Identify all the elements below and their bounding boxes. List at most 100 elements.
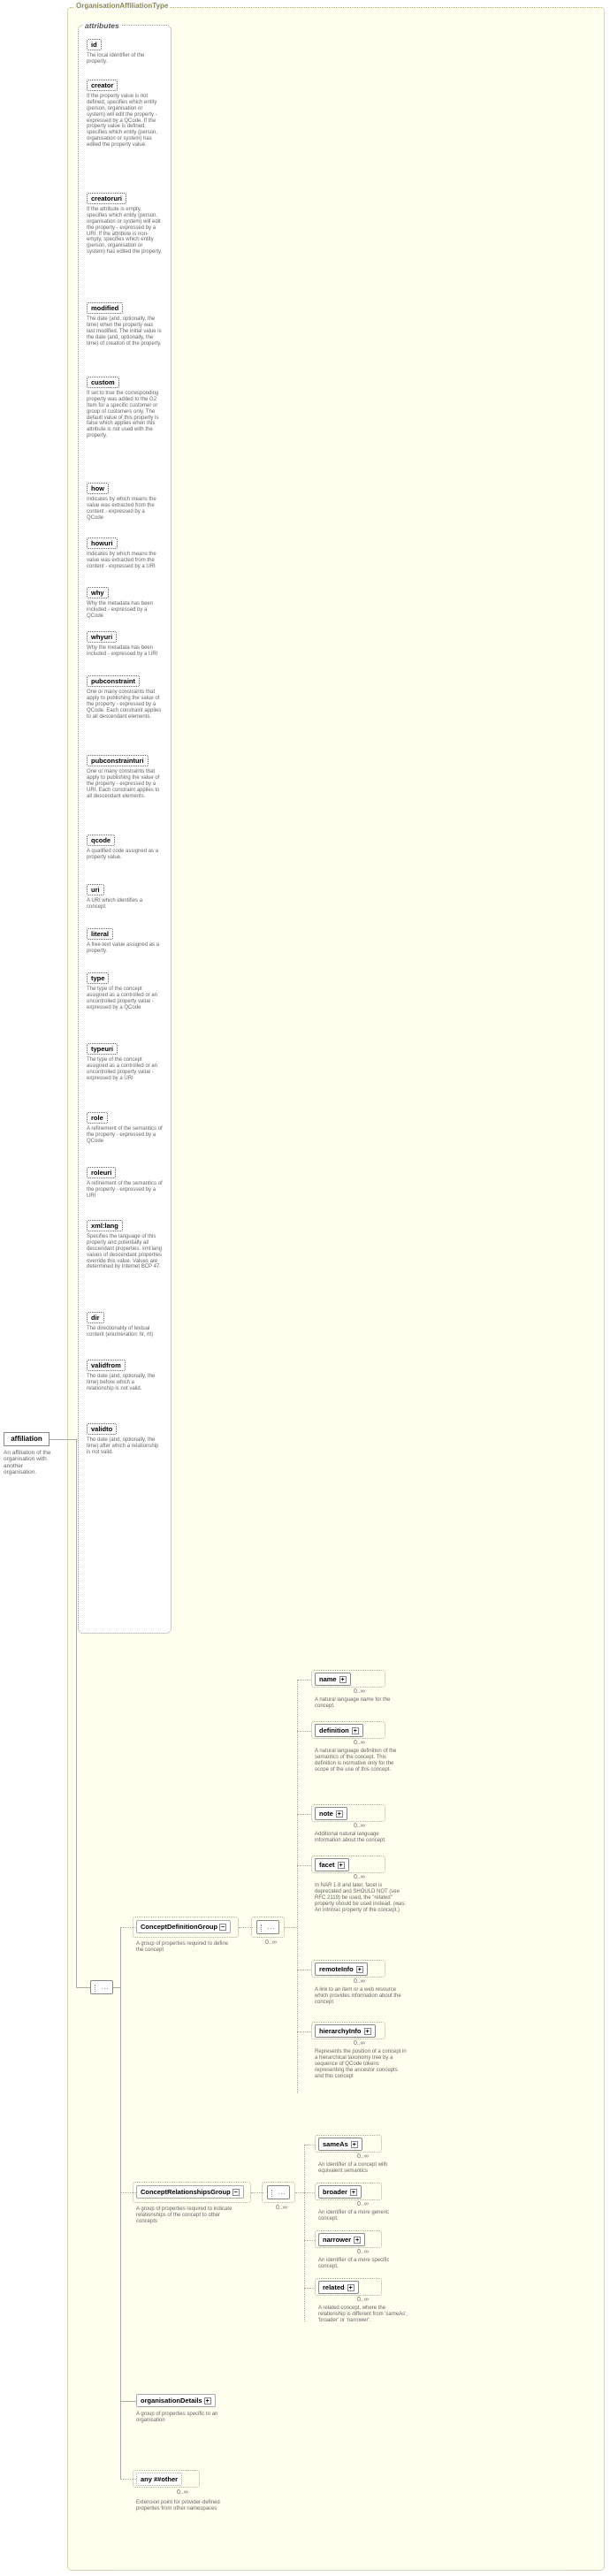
expand-icon[interactable]: + — [351, 2141, 358, 2148]
element-facet[interactable]: facet+ — [315, 1858, 349, 1871]
expand-icon[interactable]: + — [204, 2397, 211, 2405]
connector — [304, 2192, 315, 2193]
attr-uri: uriA URI which identifies a concept. — [87, 884, 164, 911]
occur: 0..∞ — [354, 1823, 365, 1829]
attr-desc: A refinement of the semantics of the pro… — [87, 1126, 163, 1145]
attr-name[interactable]: howuri — [87, 537, 118, 549]
connector — [304, 2288, 315, 2289]
od-desc: A group of properties specific to an org… — [136, 2412, 233, 2424]
cdg-label: ConceptDefinitionGroup — [141, 1923, 217, 1931]
concept-definition-group[interactable]: ConceptDefinitionGroup− — [136, 1920, 231, 1933]
attr-name[interactable]: type — [87, 972, 109, 984]
leaf-desc: A related concept, where the relationshi… — [318, 2305, 410, 2324]
attr-name[interactable]: typeuri — [87, 1043, 118, 1055]
leaf-desc: In NAR 1.8 and later, facet is deprecate… — [315, 1883, 407, 1913]
concept-relationships-group[interactable]: ConceptRelationshipsGroup− — [136, 2185, 244, 2199]
element-sameAs[interactable]: sameAs+ — [318, 2138, 362, 2151]
element-related[interactable]: related+ — [318, 2281, 359, 2294]
attr-desc: Specifies the language of this property … — [87, 1234, 163, 1270]
occur: 0..∞ — [357, 2201, 369, 2207]
collapse-icon[interactable]: − — [233, 2189, 240, 2196]
attr-typeuri: typeuriThe type of the concept assigned … — [87, 1043, 164, 1082]
attr-name[interactable]: why — [87, 587, 109, 598]
leaf-label: facet — [319, 1861, 335, 1869]
element-broader[interactable]: broader+ — [318, 2185, 362, 2199]
collapse-icon[interactable]: − — [219, 1924, 226, 1931]
leaf-label: name — [319, 1675, 337, 1683]
sequence-connector-main — [90, 1980, 113, 1994]
connector — [113, 1987, 120, 1988]
attr-name[interactable]: dir — [87, 1312, 104, 1323]
attr-type: typeThe type of the concept assigned as … — [87, 972, 164, 1011]
attr-desc: A free-text value assigned as a property… — [87, 942, 163, 955]
attr-name[interactable]: modified — [87, 302, 123, 314]
attr-name[interactable]: id — [87, 39, 102, 50]
attr-name[interactable]: uri — [87, 884, 104, 896]
element-remoteInfo[interactable]: remoteInfo+ — [315, 1962, 368, 1976]
occur: 0..∞ — [354, 2040, 365, 2046]
any-label: any ##other — [141, 2475, 178, 2483]
attr-desc: The local identifier of the property. — [87, 53, 163, 65]
attr-name[interactable]: validto — [87, 1423, 117, 1435]
attr-name[interactable]: how — [87, 483, 109, 494]
organisation-details[interactable]: organisationDetails+ — [136, 2394, 216, 2407]
expand-icon[interactable]: + — [356, 1966, 363, 1973]
element-name[interactable]: name+ — [315, 1673, 351, 1686]
element-hierarchyInfo[interactable]: hierarchyInfo+ — [315, 2024, 376, 2038]
element-note[interactable]: note+ — [315, 1807, 347, 1820]
connector — [285, 1927, 297, 1928]
attr-name[interactable]: role — [87, 1112, 108, 1124]
attr-name[interactable]: custom — [87, 377, 119, 388]
diagram-canvas: OrganisationAffiliationType affiliation … — [0, 0, 610, 2576]
affiliation-element[interactable]: affiliation — [4, 1432, 50, 1446]
attr-role: role A refinement of the semantics of the… — [87, 1112, 164, 1145]
attr-whyuri: whyuri Why the metadata has been included… — [87, 631, 164, 658]
sequence-connector-cdg — [256, 1920, 279, 1934]
type-label: OrganisationAffiliationType — [74, 2, 170, 10]
occur: 0..∞ — [357, 2297, 369, 2303]
expand-icon[interactable]: + — [339, 1676, 347, 1683]
expand-icon[interactable]: + — [354, 2237, 361, 2244]
attributes-container — [78, 25, 172, 1634]
attr-name[interactable]: pubconstraint — [87, 675, 140, 687]
connector — [120, 2401, 136, 2402]
expand-icon[interactable]: + — [352, 1727, 359, 1734]
connector — [304, 2240, 315, 2241]
expand-icon[interactable]: + — [364, 2028, 371, 2035]
attr-name[interactable]: validfrom — [87, 1360, 126, 1371]
attr-name[interactable]: pubconstrainturi — [87, 755, 149, 766]
expand-icon[interactable]: + — [338, 1862, 345, 1869]
connector — [295, 2192, 304, 2193]
leaf-desc: A natural language definition of the sem… — [315, 1749, 407, 1773]
attr-literal: literal A free-text value assigned as a p… — [87, 928, 164, 955]
attr-name[interactable]: roleuri — [87, 1167, 116, 1178]
expand-icon[interactable]: + — [347, 2284, 355, 2291]
attr-desc: If the attribute is empty, specifies whi… — [87, 207, 163, 255]
attr-desc: If set to true the corresponding propert… — [87, 391, 163, 439]
occur: 0..∞ — [354, 1978, 365, 1985]
attr-name[interactable]: xml:lang — [87, 1220, 123, 1231]
attr-desc: A refinement of the semantics of the pro… — [87, 1181, 163, 1200]
connector — [297, 1731, 311, 1732]
attr-name[interactable]: creatoruri — [87, 193, 126, 204]
attr-desc: Why the metadata has been included - exp… — [87, 645, 163, 658]
expand-icon[interactable]: + — [336, 1810, 343, 1818]
expand-icon[interactable]: + — [350, 2189, 357, 2196]
attr-roleuri: roleuri A refinement of the semantics of … — [87, 1167, 164, 1200]
attr-creator: creatorIf the property value is not defi… — [87, 80, 164, 149]
element-narrower[interactable]: narrower+ — [318, 2233, 365, 2246]
attr-desc: Indicates by which means the value was e… — [87, 552, 163, 570]
attr-name[interactable]: whyuri — [87, 631, 117, 643]
connector — [76, 1439, 77, 1987]
attr-name[interactable]: qcode — [87, 835, 115, 846]
connector — [297, 1814, 311, 1815]
element-definition[interactable]: definition+ — [315, 1724, 363, 1737]
leaf-desc: A natural language name for the concept. — [315, 1697, 407, 1710]
attr-name[interactable]: creator — [87, 80, 118, 91]
affiliation-desc: An affiliation of the organisation with … — [4, 1450, 55, 1476]
attr-name[interactable]: literal — [87, 928, 113, 940]
leaf-desc: Represents the position of a concept in … — [315, 2049, 407, 2079]
attributes-label: attributes — [83, 21, 121, 30]
any-desc: Extension point for provider-defined pro… — [136, 2500, 233, 2512]
any-other[interactable]: any ##other — [136, 2473, 182, 2486]
